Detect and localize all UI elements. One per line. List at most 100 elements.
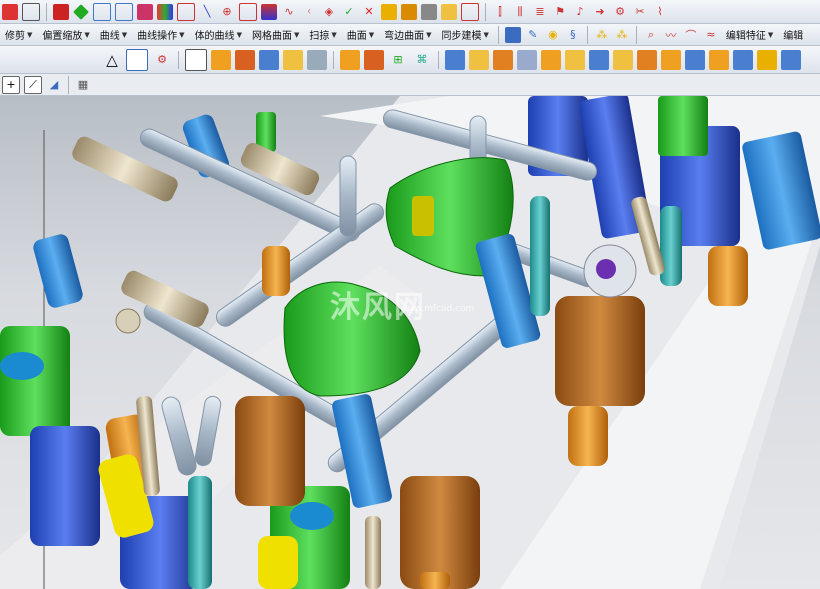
- cube-blue-icon[interactable]: [259, 49, 279, 70]
- toolbar-separator: [46, 2, 47, 21]
- box-icon[interactable]: [53, 3, 69, 20]
- curve-icon[interactable]: ∿: [281, 4, 297, 20]
- draft-icon[interactable]: [541, 49, 561, 70]
- dropdown-arrow-icon: ▼: [331, 30, 337, 39]
- fillet-icon[interactable]: ⌒: [683, 27, 699, 43]
- measure-icon[interactable]: ⌕: [643, 27, 659, 43]
- table-icon[interactable]: [239, 2, 257, 21]
- dropdown-arrow-icon: ▼: [27, 30, 33, 39]
- bolt-icon[interactable]: ⫿: [492, 4, 508, 20]
- line-icon[interactable]: ╲: [199, 4, 215, 20]
- target-icon[interactable]: ⊕: [219, 4, 235, 20]
- datum-icon[interactable]: [22, 2, 40, 21]
- mesh-icon[interactable]: [177, 2, 195, 21]
- menu-label: 编辑: [783, 31, 804, 42]
- drill-icon[interactable]: [401, 3, 417, 20]
- graphics-viewport[interactable]: 沐风网 www.mfcad.com: [0, 96, 820, 589]
- delete-icon[interactable]: ✕: [361, 4, 377, 20]
- menu-mesh-surface[interactable]: 网格曲面 ▼: [247, 24, 304, 45]
- sew-icon[interactable]: [637, 49, 657, 70]
- frame-icon[interactable]: [461, 2, 479, 21]
- toolbar-separator: [333, 50, 334, 69]
- chamfer-icon[interactable]: [469, 49, 489, 70]
- intersect-icon[interactable]: [733, 49, 753, 70]
- menu-flange-surface[interactable]: 弯边曲面 ▼: [379, 24, 436, 45]
- menu-label: 曲线: [99, 31, 120, 42]
- mirror-icon[interactable]: [757, 49, 777, 70]
- menu-offset-scale[interactable]: 偏置缩放 ▼: [37, 24, 94, 45]
- plate-icon[interactable]: [283, 49, 303, 70]
- menu-label: 曲面: [346, 31, 367, 42]
- menu-curve-ops[interactable]: 曲线操作 ▼: [132, 24, 189, 45]
- dropdown-arrow-icon: ▼: [368, 30, 375, 39]
- menu-surface[interactable]: 曲面 ▼: [342, 24, 379, 45]
- menu-sync-modeling[interactable]: 同步建模 ▼: [437, 24, 494, 45]
- grid-icon[interactable]: [157, 3, 173, 20]
- cluster-icon[interactable]: ⁂: [594, 27, 610, 43]
- table-view-icon[interactable]: [126, 48, 148, 71]
- unite-icon[interactable]: [685, 49, 705, 70]
- block-icon[interactable]: [115, 2, 133, 21]
- extrude-icon[interactable]: [340, 49, 360, 70]
- flag-icon[interactable]: ⚑: [552, 4, 568, 20]
- trim-body-icon[interactable]: [589, 49, 609, 70]
- node-icon[interactable]: ⊞: [388, 50, 408, 70]
- trim-icon[interactable]: ᚲ: [301, 4, 317, 20]
- components-icon[interactable]: ⚙: [152, 50, 172, 70]
- assembly-icon[interactable]: [421, 3, 437, 20]
- clip-icon[interactable]: ✂: [632, 4, 648, 20]
- face-icon[interactable]: [445, 49, 465, 70]
- check-icon[interactable]: ✓: [341, 4, 357, 20]
- gear-icon[interactable]: ⚙: [612, 4, 628, 20]
- spline-icon[interactable]: 〰: [663, 27, 679, 43]
- patch-icon[interactable]: [661, 49, 681, 70]
- toolbar-separator: [485, 2, 486, 21]
- diamond-icon[interactable]: [73, 3, 89, 20]
- ring-icon[interactable]: ◉: [545, 27, 561, 43]
- layers-icon[interactable]: [261, 3, 277, 20]
- toolbar-separator: [178, 50, 179, 69]
- align-icon[interactable]: ≣: [532, 4, 548, 20]
- box-orange-icon[interactable]: [211, 49, 231, 70]
- select-filter-icon[interactable]: ▦: [75, 77, 91, 93]
- part-icon[interactable]: [381, 3, 397, 20]
- select-body-icon[interactable]: ◢: [46, 77, 62, 93]
- cylinder-icon[interactable]: [504, 26, 521, 43]
- shell-icon[interactable]: [517, 49, 537, 70]
- menu-curve[interactable]: 曲线 ▼: [95, 24, 132, 45]
- offset-face-icon[interactable]: [493, 49, 513, 70]
- pattern-icon[interactable]: [137, 3, 153, 20]
- triangle-icon[interactable]: △: [102, 50, 122, 70]
- subtract-icon[interactable]: [709, 49, 729, 70]
- column-icon[interactable]: ⫼: [512, 4, 528, 20]
- menu-edit[interactable]: 编辑: [778, 24, 808, 45]
- blank-sheet-icon[interactable]: [185, 48, 207, 71]
- shield-icon[interactable]: [235, 49, 255, 70]
- cube-icon[interactable]: [93, 2, 111, 21]
- menu-trim[interactable]: 修剪 ▼: [0, 24, 37, 45]
- pen-icon[interactable]: ✎: [525, 27, 541, 43]
- rotate-icon[interactable]: ◈: [321, 4, 337, 20]
- split-icon[interactable]: [613, 49, 633, 70]
- menu-edit-feature[interactable]: 编辑特征 ▼: [721, 24, 778, 45]
- cluster-alt-icon[interactable]: ⁂: [614, 27, 630, 43]
- crosshair-icon[interactable]: +: [2, 75, 20, 94]
- disk-icon[interactable]: [307, 49, 327, 70]
- arrow-icon[interactable]: ➜: [592, 4, 608, 20]
- helix-icon[interactable]: ⌇: [652, 4, 668, 20]
- menu-sweep[interactable]: 扫掠 ▼: [304, 24, 341, 45]
- shade-icon[interactable]: [441, 3, 457, 20]
- wave-icon[interactable]: ♪: [572, 4, 588, 20]
- link-icon[interactable]: ⌘: [412, 50, 432, 70]
- bridge-icon[interactable]: ≈: [703, 27, 719, 43]
- menu-body-curve[interactable]: 体的曲线 ▼: [190, 24, 247, 45]
- thicken-icon[interactable]: [565, 49, 585, 70]
- toolbar-separator: [438, 50, 439, 69]
- menu-label: 修剪: [5, 31, 25, 42]
- blend-icon[interactable]: [364, 49, 384, 70]
- sketch-icon[interactable]: [2, 3, 18, 20]
- spring-icon[interactable]: §: [565, 27, 581, 43]
- snap-line-icon[interactable]: ⟋: [24, 75, 42, 94]
- menu-label: 曲线操作: [137, 31, 178, 42]
- scale-icon[interactable]: [781, 49, 801, 70]
